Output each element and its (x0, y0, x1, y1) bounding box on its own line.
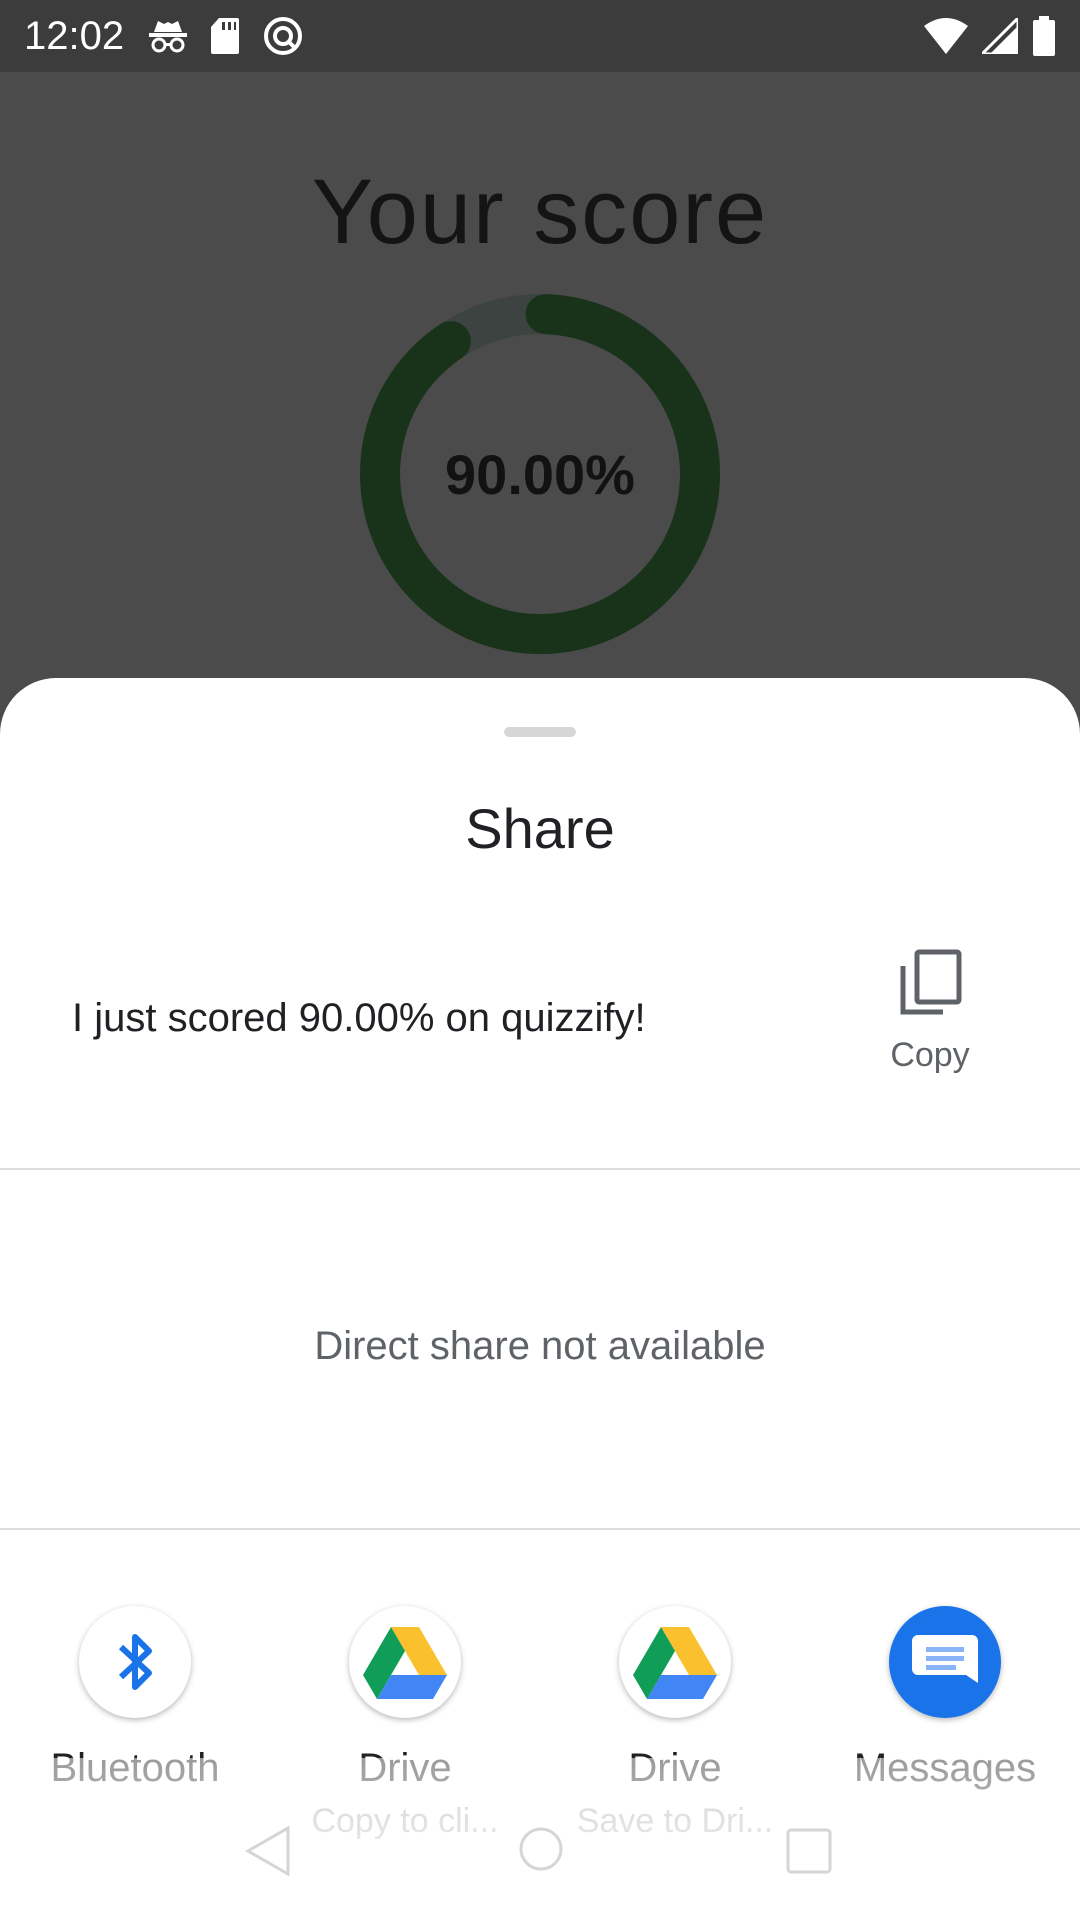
status-bar: 12:02 (0, 0, 1080, 72)
copy-icon (895, 948, 965, 1018)
status-time: 12:02 (24, 13, 125, 58)
messages-icon (889, 1606, 1001, 1718)
share-target-label: Drive (628, 1746, 722, 1790)
sheet-drag-handle[interactable] (504, 727, 576, 737)
data-saver-icon (262, 15, 304, 57)
share-target-drive-copy[interactable]: Drive Copy to cli... (270, 1606, 540, 1846)
bluetooth-icon (79, 1606, 191, 1718)
google-drive-icon (349, 1606, 461, 1718)
share-sheet-title: Share (465, 797, 615, 860)
navigation-bar (0, 1814, 1080, 1886)
share-sheet: Share I just scored 90.00% on quizzify! … (0, 678, 1080, 1920)
direct-share-message: Direct share not available (314, 1324, 766, 1368)
copy-label: Copy (890, 1036, 970, 1074)
share-target-messages[interactable]: Messages (810, 1606, 1080, 1846)
recents-icon[interactable] (786, 1828, 832, 1879)
cell-signal-icon (982, 18, 1018, 54)
back-icon[interactable] (244, 1825, 290, 1881)
divider (0, 1528, 1080, 1530)
score-title: Your score (311, 161, 769, 263)
share-target-label: Messages (853, 1746, 1037, 1790)
status-right-icons (924, 16, 1056, 56)
incognito-icon (148, 18, 188, 54)
wifi-icon (924, 18, 968, 54)
copy-button[interactable]: Copy (870, 948, 990, 1088)
share-target-label: Drive (358, 1746, 452, 1790)
sd-card-icon (210, 17, 240, 55)
status-left-icons (148, 15, 304, 57)
google-drive-icon (619, 1606, 731, 1718)
share-target-bluetooth[interactable]: Bluetooth (0, 1606, 270, 1846)
battery-icon (1032, 16, 1056, 56)
share-target-drive-save[interactable]: Drive Save to Dri... (540, 1606, 810, 1846)
share-preview-text: I just scored 90.00% on quizzify! (72, 996, 646, 1040)
score-value: 90.00% (445, 442, 635, 506)
home-icon[interactable] (518, 1826, 564, 1877)
share-target-label: Bluetooth (50, 1746, 220, 1790)
screen: 12:02 Your score 90.00% Share I just sco… (0, 0, 1080, 1920)
divider (0, 1168, 1080, 1170)
